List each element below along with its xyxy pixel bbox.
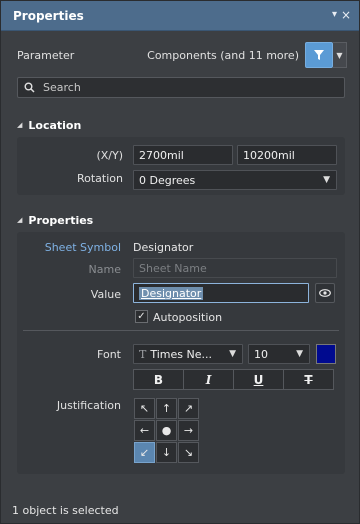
filter-summary: Components (and 11 more) [147,48,299,62]
xy-label: (X/Y) [96,149,123,162]
justify-bottom-left-button[interactable]: ↙ [134,442,155,463]
panel-menu-icon[interactable]: ▾ [332,9,337,21]
visibility-toggle-button[interactable] [315,283,335,303]
section-divider [23,330,339,331]
chevron-down-icon: ▼ [229,349,236,359]
chevron-down-icon: ▼ [323,175,330,185]
properties-panel: Properties ▾ × Parameter Components (and… [0,0,360,524]
properties-heading: Properties [28,213,94,227]
rotation-value: 0 Degrees [139,173,196,187]
y-input[interactable]: 10200mil [237,145,337,165]
search-input[interactable]: Search [17,77,345,98]
value-text: Designator [139,286,204,300]
font-size-select[interactable]: 10 ▼ [248,344,310,364]
location-heading: Location [28,118,82,132]
justify-center-right-button[interactable]: → [178,420,199,441]
font-size-value: 10 [254,347,268,361]
properties-section: Sheet Symbol Designator Name Sheet Name … [17,232,345,474]
panel-titlebar: Properties ▾ × [1,1,359,31]
x-value: 2700mil [139,148,184,162]
value-field[interactable]: Designator [133,283,309,303]
font-family-select[interactable]: T Times Ne... ▼ [133,344,243,364]
underline-button[interactable]: U [233,369,284,390]
italic-button[interactable]: I [183,369,234,390]
autoposition-label: Autoposition [153,311,223,324]
justify-center-button[interactable]: ● [156,420,177,441]
font-style-bar: B I U T [133,369,334,390]
parameter-label: Parameter [17,48,75,62]
justify-bottom-right-button[interactable]: ↘ [178,442,199,463]
chevron-down-icon: ▼ [296,349,303,359]
filter-icon [314,50,324,60]
filter-button[interactable] [305,42,333,68]
font-color-swatch[interactable] [316,344,336,364]
justification-label: Justification [56,399,121,412]
rotation-select[interactable]: 0 Degrees ▼ [133,170,337,190]
search-icon [24,82,35,93]
justification-grid: ↖ ↑ ↗ ← ● → ↙ ↓ ↘ [134,398,199,463]
x-input[interactable]: 2700mil [133,145,233,165]
justify-center-left-button[interactable]: ← [134,420,155,441]
properties-section-header[interactable]: ◢ Properties [17,212,93,228]
filter-dropdown-icon[interactable]: ▼ [333,42,347,68]
justify-top-left-button[interactable]: ↖ [134,398,155,419]
search-placeholder: Search [43,81,81,94]
y-value: 10200mil [243,148,295,162]
font-label: Font [97,348,121,361]
strikethrough-button[interactable]: T [283,369,334,390]
panel-close-icon[interactable]: × [341,9,351,21]
name-placeholder: Sheet Name [139,261,207,275]
justify-top-right-button[interactable]: ↗ [178,398,199,419]
collapse-triangle-icon: ◢ [17,216,23,224]
name-label: Name [88,263,121,276]
justify-bottom-center-button[interactable]: ↓ [156,442,177,463]
panel-title: Properties [13,8,84,23]
location-section-header[interactable]: ◢ Location [17,117,81,133]
name-field[interactable]: Sheet Name [133,258,337,278]
sheet-symbol-value: Designator [133,241,194,254]
autoposition-checkbox[interactable]: ✓ [135,310,148,323]
bold-button[interactable]: B [133,369,184,390]
collapse-triangle-icon: ◢ [17,121,23,129]
rotation-label: Rotation [76,172,123,185]
font-type-icon: T [139,347,147,361]
selection-status: 1 object is selected [12,504,119,517]
value-label: Value [90,288,121,301]
font-family-value: Times Ne... [150,347,212,361]
justify-top-center-button[interactable]: ↑ [156,398,177,419]
location-section: (X/Y) 2700mil 10200mil Rotation 0 Degree… [17,137,345,195]
eye-icon [319,289,331,297]
sheet-symbol-label: Sheet Symbol [44,241,121,254]
parameter-row: Parameter Components (and 11 more) ▼ [17,41,347,69]
